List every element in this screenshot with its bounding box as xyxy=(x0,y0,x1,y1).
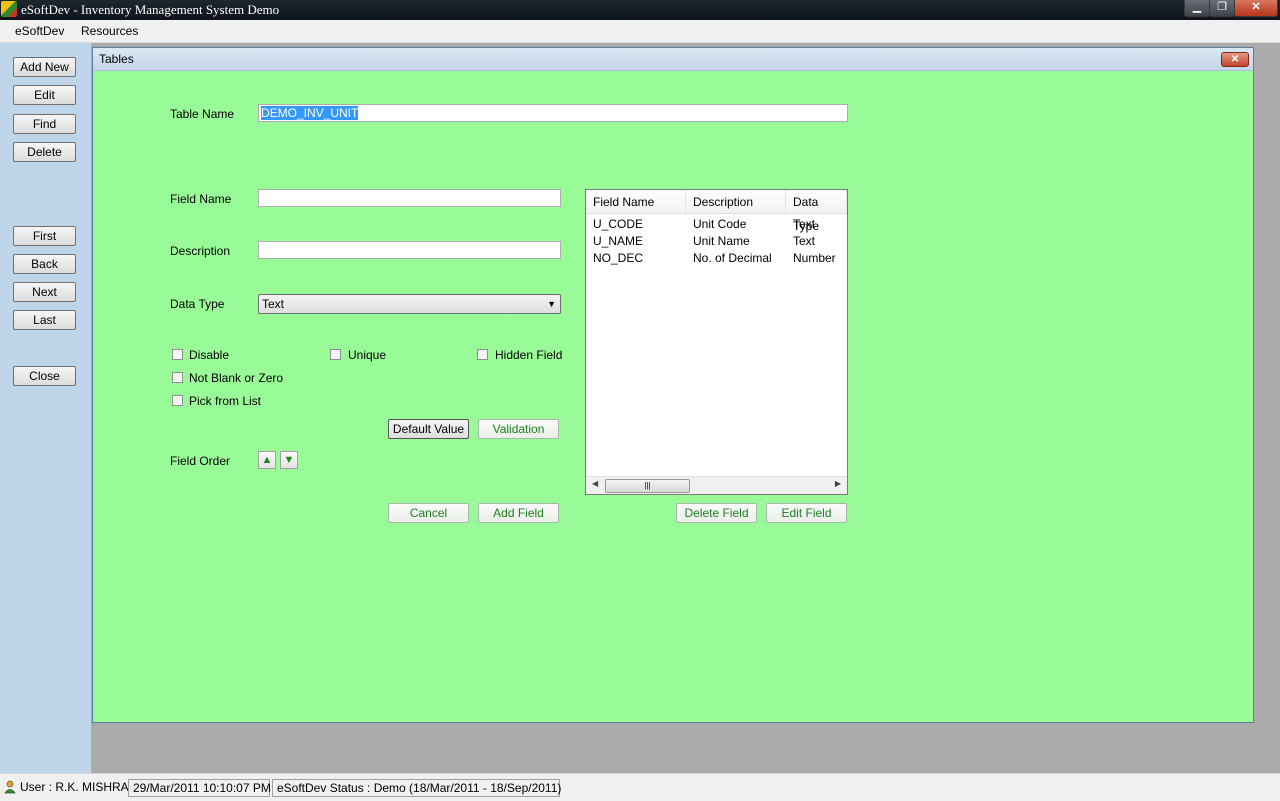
hidden-field-checkbox[interactable] xyxy=(477,349,488,360)
data-type-select[interactable]: Text ▼ xyxy=(258,294,561,314)
menu-esoftdev[interactable]: eSoftDev xyxy=(15,24,64,38)
move-up-icon[interactable]: ▲ xyxy=(258,451,276,469)
table-row-cell[interactable]: U_CODE xyxy=(593,217,643,231)
scrollbar-thumb[interactable]: ||| xyxy=(605,479,690,493)
table-row-cell[interactable]: U_NAME xyxy=(593,234,643,248)
column-header-data-type[interactable]: Data Type xyxy=(786,190,847,233)
scroll-left-icon[interactable]: ◀ xyxy=(592,479,598,488)
data-type-value: Text xyxy=(262,297,285,311)
hidden-field-label: Hidden Field xyxy=(495,348,563,362)
field-order-label: Field Order xyxy=(170,454,231,468)
table-name-field[interactable]: DEMO_INV_UNIT xyxy=(258,104,848,122)
horizontal-scrollbar[interactable]: ◀ ||| ▶ xyxy=(586,476,847,494)
disable-checkbox[interactable] xyxy=(172,349,183,360)
edit-field-button[interactable]: Edit Field xyxy=(766,503,847,523)
add-new-button[interactable]: Add New xyxy=(13,57,76,77)
menu-bar: eSoftDev Resources xyxy=(0,20,1280,43)
next-button[interactable]: Next xyxy=(13,282,76,302)
status-user: User : R.K. MISHRA xyxy=(16,779,129,797)
field-name-label: Field Name xyxy=(170,192,232,206)
maximize-button[interactable]: ❐ xyxy=(1209,0,1235,17)
unique-checkbox[interactable] xyxy=(330,349,341,360)
tables-window-title-bar: Tables ✕ xyxy=(93,48,1253,71)
status-datetime: 29/Mar/2011 10:10:07 PM xyxy=(128,779,271,797)
delete-field-button[interactable]: Delete Field xyxy=(676,503,757,523)
default-value-button[interactable]: Default Value xyxy=(388,419,469,439)
table-row-cell[interactable]: No. of Decimal xyxy=(693,251,772,265)
status-bar: User : R.K. MISHRA 29/Mar/2011 10:10:07 … xyxy=(0,773,1280,801)
status-license: eSoftDev Status : Demo (18/Mar/2011 - 18… xyxy=(272,779,561,797)
edit-button[interactable]: Edit xyxy=(13,85,76,105)
chevron-down-icon: ▼ xyxy=(547,299,556,309)
cancel-button[interactable]: Cancel xyxy=(388,503,469,523)
unique-label: Unique xyxy=(348,348,387,362)
column-header-field-name[interactable]: Field Name xyxy=(586,190,686,214)
description-label: Description xyxy=(170,244,231,258)
window-title-bar: eSoftDev - Inventory Management System D… xyxy=(0,0,1280,20)
pick-from-list-checkbox[interactable] xyxy=(172,395,183,406)
find-button[interactable]: Find xyxy=(13,114,76,134)
table-name-value: DEMO_INV_UNIT xyxy=(261,106,359,120)
last-button[interactable]: Last xyxy=(13,310,76,330)
table-name-label: Table Name xyxy=(170,107,235,121)
not-blank-label: Not Blank or Zero xyxy=(189,371,284,385)
table-row-cell[interactable]: NO_DEC xyxy=(593,251,643,265)
table-row-cell[interactable]: Text xyxy=(793,234,815,248)
close-window-button[interactable]: ✕ xyxy=(1234,0,1278,17)
validation-button[interactable]: Validation xyxy=(478,419,559,439)
add-field-button[interactable]: Add Field xyxy=(478,503,559,523)
first-button[interactable]: First xyxy=(13,226,76,246)
window-title: eSoftDev - Inventory Management System D… xyxy=(21,2,280,17)
delete-button[interactable]: Delete xyxy=(13,142,76,162)
column-header-description[interactable]: Description xyxy=(686,190,786,214)
sidebar: Add New Edit Find Delete First Back Next… xyxy=(0,43,91,773)
pick-from-list-label: Pick from List xyxy=(189,394,262,408)
field-name-input[interactable] xyxy=(258,189,561,207)
tables-window-title: Tables xyxy=(99,52,134,66)
table-row-cell[interactable]: Unit Name xyxy=(693,234,750,248)
table-row-cell[interactable]: Text xyxy=(793,217,815,231)
back-button[interactable]: Back xyxy=(13,254,76,274)
menu-resources[interactable]: Resources xyxy=(81,24,138,38)
close-button[interactable]: Close xyxy=(13,366,76,386)
user-icon xyxy=(4,780,16,794)
tables-window: Tables ✕ Table Name DEMO_INV_UNIT Field … xyxy=(92,47,1254,723)
minimize-button[interactable]: ▁ xyxy=(1184,0,1210,17)
disable-label: Disable xyxy=(189,348,230,362)
description-input[interactable] xyxy=(258,241,561,259)
data-type-label: Data Type xyxy=(170,297,225,311)
fields-grid[interactable]: Field Name Description Data Type U_CODE … xyxy=(585,189,848,495)
scroll-right-icon[interactable]: ▶ xyxy=(835,479,841,488)
move-down-icon[interactable]: ▼ xyxy=(280,451,298,469)
close-icon[interactable]: ✕ xyxy=(1221,52,1249,67)
table-row-cell[interactable]: Unit Code xyxy=(693,217,746,231)
not-blank-checkbox[interactable] xyxy=(172,372,183,383)
app-icon xyxy=(1,1,17,17)
table-row-cell[interactable]: Number xyxy=(793,251,836,265)
